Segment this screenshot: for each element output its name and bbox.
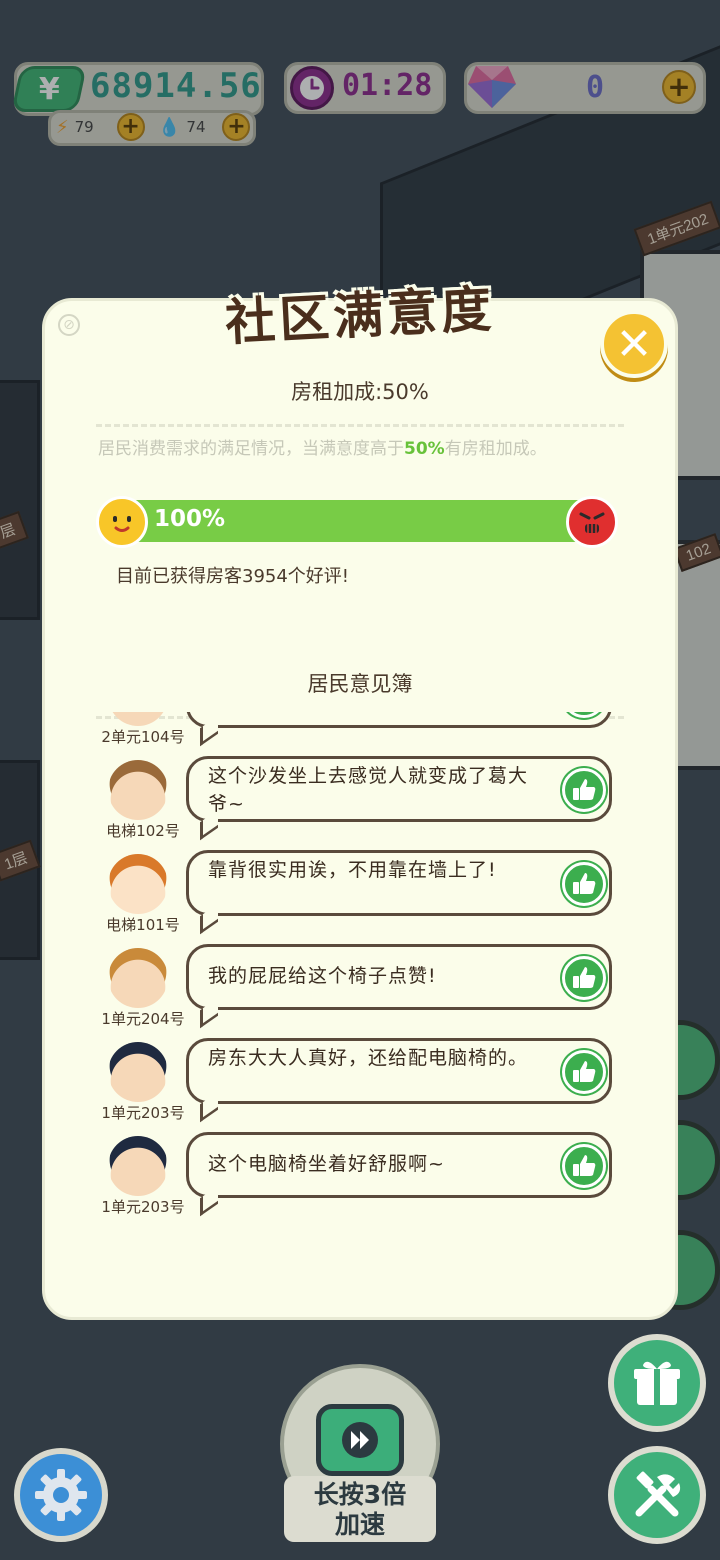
tv-fast-forward-icon	[316, 1404, 404, 1476]
review-item: 1单元203号 房东大大人真好，还给配电脑椅的。	[42, 1038, 678, 1132]
resident-unit: 电梯101号	[106, 916, 180, 934]
review-item: 1单元203号 这个电脑椅坐着好舒服啊~	[42, 1132, 678, 1226]
gift-button[interactable]	[608, 1334, 706, 1432]
speed-up-button[interactable]: 长按3倍 加速	[280, 1364, 440, 1544]
close-button[interactable]: ✕	[600, 310, 668, 378]
close-icon: ✕	[615, 318, 653, 370]
review-count: 目前已获得房客3954个好评!	[116, 566, 350, 587]
satisfaction-percent: 100%	[154, 506, 226, 532]
speed-label-line2: 加速	[334, 1510, 385, 1539]
thumbs-up-icon	[562, 1144, 606, 1188]
description-text: 居民消费需求的满足情况，当满意度高于	[98, 439, 404, 459]
tools-icon	[635, 1471, 681, 1517]
settings-button[interactable]	[14, 1448, 108, 1542]
review-text: 我的屁屁给这个椅子点赞!	[208, 965, 437, 987]
review-item: 电梯102号 这个沙发坐上去感觉人就变成了葛大爷~	[42, 756, 678, 850]
resident-avatar	[108, 1042, 168, 1102]
thumbs-up-icon	[562, 1050, 606, 1094]
resident-unit: 1单元203号	[101, 1104, 185, 1122]
review-item: 1单元204号 我的屁屁给这个椅子点赞!	[42, 944, 678, 1038]
speed-label-line1: 长按3倍	[313, 1480, 407, 1509]
description-highlight: 50%	[404, 439, 445, 459]
thumbs-up-icon	[562, 768, 606, 812]
opinion-book-title: 居民意见簿	[307, 672, 413, 696]
angry-face-icon	[566, 496, 618, 548]
review-item: 2单元104号	[42, 712, 678, 756]
review-text: 这个电脑椅坐着好舒服啊~	[208, 1153, 445, 1175]
review-item: 电梯101号 靠背很实用诶，不用靠在墙上了!	[42, 850, 678, 944]
review-list[interactable]: 2单元104号 电梯102号 这个沙发坐上去感觉人就变成了葛大爷~ 电梯101号 靠背很…	[42, 712, 678, 1272]
satisfaction-description: 居民消费需求的满足情况，当满意度高于50%有房租加成。	[98, 434, 658, 459]
speech-bubble	[186, 712, 612, 728]
resident-avatar	[108, 948, 168, 1008]
rent-bonus-label: 房租加成:50%	[291, 380, 429, 404]
resident-unit: 1单元203号	[101, 1198, 185, 1216]
thumbs-up-icon	[562, 862, 606, 906]
gear-icon	[35, 1469, 87, 1521]
thumbs-up-icon	[562, 956, 606, 1000]
resident-unit: 电梯102号	[106, 822, 180, 840]
resident-avatar	[108, 760, 168, 820]
review-text: 这个沙发坐上去感觉人就变成了葛大爷~	[208, 765, 529, 815]
review-text: 房东大大人真好，还给配电脑椅的。	[208, 1047, 529, 1069]
gift-icon	[634, 1361, 680, 1405]
happy-face-icon	[96, 496, 148, 548]
divider	[96, 424, 624, 427]
resident-unit: 2单元104号	[101, 728, 185, 746]
resident-avatar	[108, 712, 168, 726]
build-tools-button[interactable]	[608, 1446, 706, 1544]
resident-unit: 1单元204号	[101, 1010, 185, 1028]
resident-avatar	[108, 854, 168, 914]
description-text-end: 有房租加成。	[444, 439, 547, 459]
speed-up-label: 长按3倍 加速	[284, 1476, 436, 1542]
resident-avatar	[108, 1136, 168, 1196]
review-text: 靠背很实用诶，不用靠在墙上了!	[208, 859, 497, 881]
